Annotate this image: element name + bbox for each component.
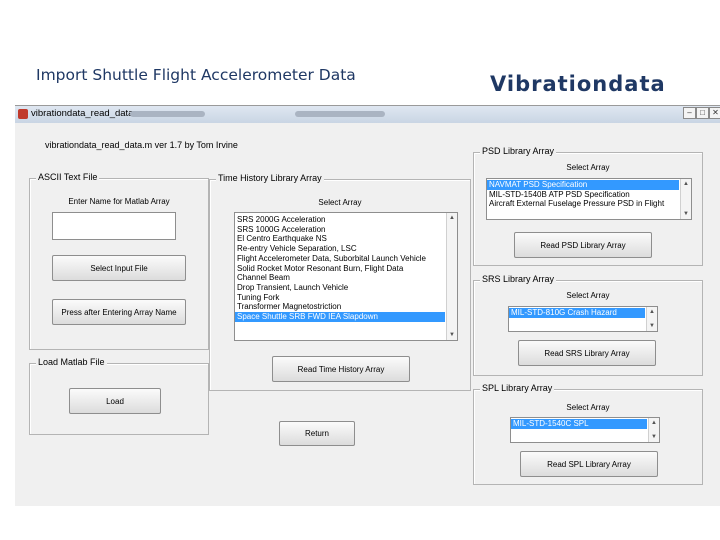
scroll-down-icon[interactable]: ▼ xyxy=(649,432,659,442)
srs-select-label: Select Array xyxy=(566,291,610,300)
app-window: vibrationdata_read_data – □ ✕ vibrationd… xyxy=(15,105,720,506)
scroll-up-icon[interactable]: ▲ xyxy=(647,307,657,317)
scroll-down-icon[interactable]: ▼ xyxy=(647,321,657,331)
scroll-down-icon[interactable]: ▼ xyxy=(681,209,691,219)
list-item[interactable]: MIL-STD-1540C SPL xyxy=(511,419,647,429)
scrollbar[interactable]: ▲ ▼ xyxy=(446,213,457,340)
scrollbar[interactable]: ▲ ▼ xyxy=(648,418,659,442)
list-item[interactable]: Aircraft External Fuselage Pressure PSD … xyxy=(487,199,679,209)
read-spl-button[interactable]: Read SPL Library Array xyxy=(520,451,658,477)
srs-list[interactable]: MIL-STD-810G Crash Hazard ▲ ▼ xyxy=(508,306,658,332)
time-history-panel-title: Time History Library Array xyxy=(216,173,324,183)
list-item[interactable]: Flight Accelerometer Data, Suborbital La… xyxy=(235,254,445,264)
spl-panel: SPL Library Array Select Array MIL-STD-1… xyxy=(473,383,703,485)
maximize-button[interactable]: □ xyxy=(696,107,709,119)
list-item[interactable]: Drop Transient, Launch Vehicle xyxy=(235,283,445,293)
background-window-title xyxy=(130,111,205,117)
press-after-entering-button[interactable]: Press after Entering Array Name xyxy=(52,299,186,325)
background-window-title xyxy=(295,111,385,117)
ascii-panel-title: ASCII Text File xyxy=(36,172,100,182)
list-item[interactable]: NAVMAT PSD Specification xyxy=(487,180,679,190)
list-item[interactable]: MIL-STD-1540B ATP PSD Specification xyxy=(487,190,679,200)
read-time-history-button[interactable]: Read Time History Array xyxy=(272,356,410,382)
load-panel-title: Load Matlab File xyxy=(36,357,107,367)
psd-list[interactable]: NAVMAT PSD Specification MIL-STD-1540B AT… xyxy=(486,178,692,220)
brand-logo-text: Vibrationdata xyxy=(490,72,666,96)
list-item[interactable]: Solid Rocket Motor Resonant Burn, Flight… xyxy=(235,264,445,274)
array-name-field[interactable] xyxy=(52,212,176,240)
enter-name-label: Enter Name for Matlab Array xyxy=(68,197,170,206)
title-bar: vibrationdata_read_data – □ ✕ xyxy=(15,106,720,123)
read-srs-button[interactable]: Read SRS Library Array xyxy=(518,340,656,366)
version-header: vibrationdata_read_data.m ver 1.7 by Tom… xyxy=(45,140,238,150)
time-history-list[interactable]: SRS 2000G Acceleration SRS 1000G Accelera… xyxy=(234,212,458,341)
slide-title: Import Shuttle Flight Accelerometer Data xyxy=(36,66,356,84)
list-item[interactable]: MIL-STD-810G Crash Hazard xyxy=(509,308,645,318)
scrollbar[interactable]: ▲ ▼ xyxy=(680,179,691,219)
list-item[interactable]: Tuning Fork xyxy=(235,293,445,303)
scroll-down-icon[interactable]: ▼ xyxy=(447,330,457,340)
srs-panel-title: SRS Library Array xyxy=(480,274,557,284)
scroll-up-icon[interactable]: ▲ xyxy=(681,179,691,189)
matlab-icon xyxy=(18,109,28,119)
close-button[interactable]: ✕ xyxy=(709,107,720,119)
psd-select-label: Select Array xyxy=(566,163,610,172)
spl-panel-title: SPL Library Array xyxy=(480,383,555,393)
ascii-panel: ASCII Text File Enter Name for Matlab Ar… xyxy=(29,172,209,350)
spl-list[interactable]: MIL-STD-1540C SPL ▲ ▼ xyxy=(510,417,660,443)
load-button[interactable]: Load xyxy=(69,388,161,414)
time-history-select-label: Select Array xyxy=(318,198,362,207)
spl-select-label: Select Array xyxy=(566,403,610,412)
list-item[interactable]: Re-entry Vehicle Separation, LSC xyxy=(235,244,445,254)
psd-panel: PSD Library Array Select Array NAVMAT PS… xyxy=(473,146,703,266)
list-item[interactable]: Transformer Magnetostriction xyxy=(235,302,445,312)
psd-panel-title: PSD Library Array xyxy=(480,146,557,156)
minimize-button[interactable]: – xyxy=(683,107,696,119)
list-item[interactable]: El Centro Earthquake NS xyxy=(235,234,445,244)
list-item[interactable]: Channel Beam xyxy=(235,273,445,283)
scrollbar[interactable]: ▲ ▼ xyxy=(646,307,657,331)
load-panel: Load Matlab File Load xyxy=(29,357,209,435)
list-item[interactable]: SRS 1000G Acceleration xyxy=(235,225,445,235)
read-psd-button[interactable]: Read PSD Library Array xyxy=(514,232,652,258)
list-item[interactable]: SRS 2000G Acceleration xyxy=(235,215,445,225)
window-title: vibrationdata_read_data xyxy=(31,108,134,119)
time-history-panel: Time History Library Array Select Array … xyxy=(209,173,471,391)
srs-panel: SRS Library Array Select Array MIL-STD-8… xyxy=(473,274,703,376)
select-input-file-button[interactable]: Select Input File xyxy=(52,255,186,281)
scroll-up-icon[interactable]: ▲ xyxy=(447,213,457,223)
scroll-up-icon[interactable]: ▲ xyxy=(649,418,659,428)
return-button[interactable]: Return xyxy=(279,421,355,446)
list-item[interactable]: Space Shuttle SRB FWD IEA Slapdown xyxy=(235,312,445,322)
